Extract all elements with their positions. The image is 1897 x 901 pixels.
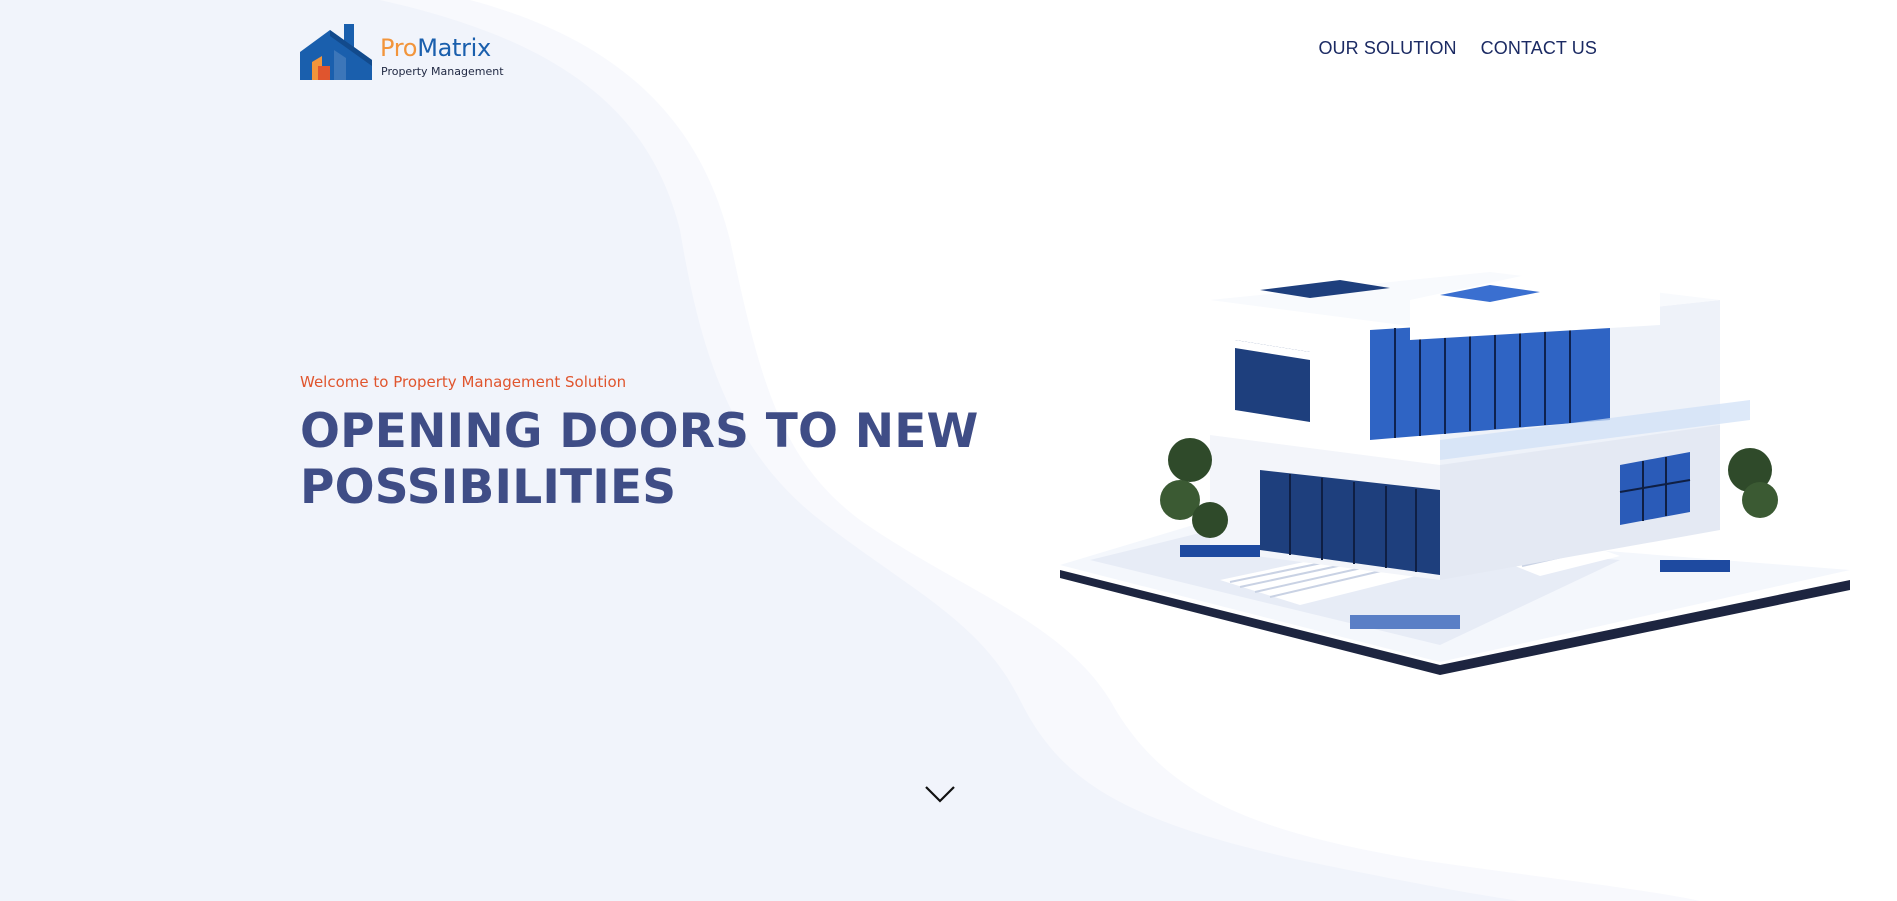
hero-headline-line2: POSSIBILITIES: [300, 460, 677, 515]
brand-name: ProMatrix: [380, 34, 491, 62]
house-logo-icon: [300, 24, 372, 80]
nav-our-solution[interactable]: OUR SOLUTION: [1318, 38, 1456, 59]
hero-section: Welcome to Property Management Solution …: [300, 372, 1000, 516]
hero-headline: OPENING DOORS TO NEW POSSIBILITIES: [300, 404, 1000, 516]
hero-eyebrow: Welcome to Property Management Solution: [300, 373, 627, 391]
chevron-down-icon[interactable]: [924, 784, 956, 806]
brand-name-part2: Matrix: [417, 34, 491, 62]
hero-house-image: [1060, 272, 1850, 675]
nav-contact-us[interactable]: CONTACT US: [1481, 38, 1597, 59]
site-header: ProMatrix Property Management OUR SOLUTI…: [0, 0, 1897, 100]
brand-tagline: Property Management: [381, 65, 504, 78]
brand-name-part1: Pro: [380, 34, 418, 62]
main-nav: OUR SOLUTION CONTACT US: [1318, 38, 1597, 59]
hero-headline-line1: OPENING DOORS TO NEW: [300, 404, 979, 459]
landing-page: ProMatrix Property Management OUR SOLUTI…: [0, 0, 1897, 901]
brand-logo[interactable]: ProMatrix Property Management: [300, 22, 504, 82]
